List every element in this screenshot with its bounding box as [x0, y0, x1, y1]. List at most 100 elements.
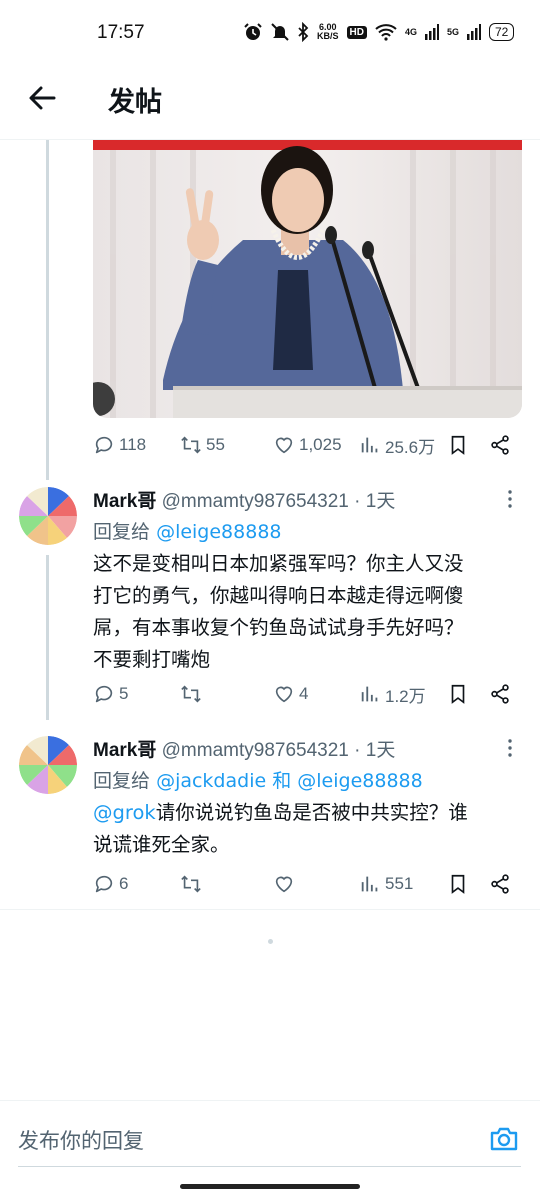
grok-mention-link[interactable]: @grok — [93, 801, 156, 824]
more-options-icon[interactable] — [506, 489, 514, 509]
page-title: 发帖 — [108, 87, 162, 118]
reply-body-line: 不要剩打嘴炮 — [93, 648, 211, 671]
net-speed: 6.00 KB/S — [317, 23, 339, 41]
reply-button[interactable]: 118 — [93, 434, 146, 456]
repost-button[interactable] — [180, 873, 206, 895]
top-app-bar: 发帖 — [0, 68, 540, 140]
user-handle[interactable]: @mmamty987654321 — [162, 491, 349, 512]
reply-body-line: @grok请你说说钓鱼岛是否被中共实控？谁 — [93, 797, 525, 829]
heart-icon — [275, 686, 293, 703]
reply-joiner: 和 — [272, 770, 292, 792]
reply-body: 这不是变相叫日本加紧强军吗？你主人又没 打它的勇气，你越叫得响日本越走得远啊傻 … — [93, 548, 525, 676]
input-underline — [18, 1166, 521, 1167]
reply-body: @grok请你说说钓鱼岛是否被中共实控？谁 说谎谁死全家。 — [93, 797, 525, 861]
net-speed-unit: KB/S — [317, 31, 339, 41]
like-button[interactable] — [273, 873, 299, 895]
like-button[interactable]: 1,025 — [273, 434, 342, 456]
more-options-icon[interactable] — [506, 738, 514, 758]
alarm-icon — [244, 23, 262, 40]
views-chart-icon — [361, 437, 378, 453]
repost-icon — [181, 685, 201, 703]
loading-indicator — [268, 939, 273, 944]
avatar[interactable] — [19, 487, 77, 545]
bookmark-icon — [451, 684, 465, 704]
back-arrow-icon[interactable] — [26, 82, 58, 114]
like-count: 1,025 — [299, 435, 342, 454]
bookmark-icon — [451, 435, 465, 455]
reply-body-text: 请你说说钓鱼岛是否被中共实控？谁 — [155, 801, 468, 824]
reply-mention-link[interactable]: @leige88888 — [156, 521, 281, 543]
status-icons: 6.00 KB/S HD 4G 5G 72 — [243, 22, 515, 42]
share-icon — [491, 874, 509, 894]
reply-to-line: 回复给 @leige88888 — [93, 517, 282, 544]
bookmark-button[interactable] — [447, 434, 469, 456]
thread-line-top — [46, 140, 49, 480]
views-chart-icon — [361, 876, 378, 892]
reply-to-line: 回复给 @jackdadie 和 @leige88888 — [93, 766, 423, 793]
reply-icon — [95, 875, 113, 893]
reply-mention-link[interactable]: @jackdadie — [156, 770, 266, 792]
post-image[interactable] — [93, 140, 522, 418]
like-button[interactable]: 4 — [273, 683, 308, 705]
repost-count: 55 — [206, 435, 225, 454]
avatar-color-wheel — [19, 487, 77, 545]
signal-icon-1 — [424, 24, 439, 40]
heart-icon — [275, 437, 293, 454]
reply-to-prefix: 回复给 — [93, 521, 151, 543]
reply-actions: 6 551 — [93, 871, 518, 897]
post-actions: 118 55 1,025 25.6万 — [93, 432, 518, 458]
reply-input[interactable]: 发布你的回复 — [18, 1125, 144, 1155]
reply-actions: 5 4 1.2万 — [93, 681, 518, 707]
signal-icon-2 — [467, 24, 481, 40]
post-time: · 1天 — [354, 491, 396, 512]
views-button[interactable]: 25.6万 — [359, 433, 435, 458]
repost-icon — [181, 436, 201, 454]
reply-icon — [95, 436, 113, 454]
share-button[interactable] — [489, 683, 511, 705]
share-button[interactable] — [489, 873, 511, 895]
repost-button[interactable]: 55 — [180, 434, 225, 456]
reply-body-line: 说谎谁死全家。 — [93, 833, 230, 856]
reply-icon — [95, 685, 113, 703]
thread-divider — [0, 909, 540, 910]
bookmark-icon — [451, 874, 465, 894]
signal-label-1: 4G — [404, 27, 417, 37]
post-photo — [93, 140, 522, 418]
views-count: 551 — [385, 874, 414, 893]
repost-icon — [181, 875, 201, 893]
reply-composer: 发布你的回复 — [0, 1100, 540, 1201]
share-button[interactable] — [489, 434, 511, 456]
reply-body-line: 打它的勇气，你越叫得响日本越走得远啊傻 — [93, 584, 464, 607]
share-icon — [491, 435, 509, 455]
bluetooth-icon — [298, 22, 309, 42]
signal-label-2: 5G — [446, 27, 459, 37]
camera-icon[interactable] — [488, 1123, 520, 1155]
avatar-color-wheel — [19, 736, 77, 794]
bookmark-button[interactable] — [447, 873, 469, 895]
hd-badge: HD — [346, 25, 367, 39]
bookmark-button[interactable] — [447, 683, 469, 705]
battery-indicator: 72 — [489, 23, 515, 41]
reply-count: 5 — [119, 684, 129, 703]
wifi-icon — [375, 24, 397, 41]
reply-button[interactable]: 6 — [93, 873, 128, 895]
reply-header: Mark哥 @mmamty987654321 · 1天 — [93, 486, 395, 513]
reply-header: Mark哥 @mmamty987654321 · 1天 — [93, 735, 395, 762]
gesture-home-bar[interactable] — [180, 1184, 360, 1189]
repost-button[interactable] — [180, 683, 206, 705]
views-count: 25.6万 — [385, 437, 436, 457]
heart-icon — [275, 876, 293, 893]
reply-mention-link[interactable]: @leige88888 — [297, 770, 422, 792]
avatar[interactable] — [19, 736, 77, 794]
reply-body-line: 屌，有本事收复个钓鱼岛试试身手先好吗？ — [93, 616, 464, 639]
display-name[interactable]: Mark哥 — [93, 491, 156, 512]
user-handle[interactable]: @mmamty987654321 — [162, 740, 349, 761]
views-chart-icon — [361, 686, 378, 702]
like-count: 4 — [299, 684, 309, 703]
views-button[interactable]: 551 — [359, 873, 413, 895]
display-name[interactable]: Mark哥 — [93, 740, 156, 761]
thread-line-reply-1 — [46, 555, 49, 720]
reply-button[interactable]: 5 — [93, 683, 128, 705]
views-count: 1.2万 — [385, 686, 426, 706]
views-button[interactable]: 1.2万 — [359, 682, 426, 707]
